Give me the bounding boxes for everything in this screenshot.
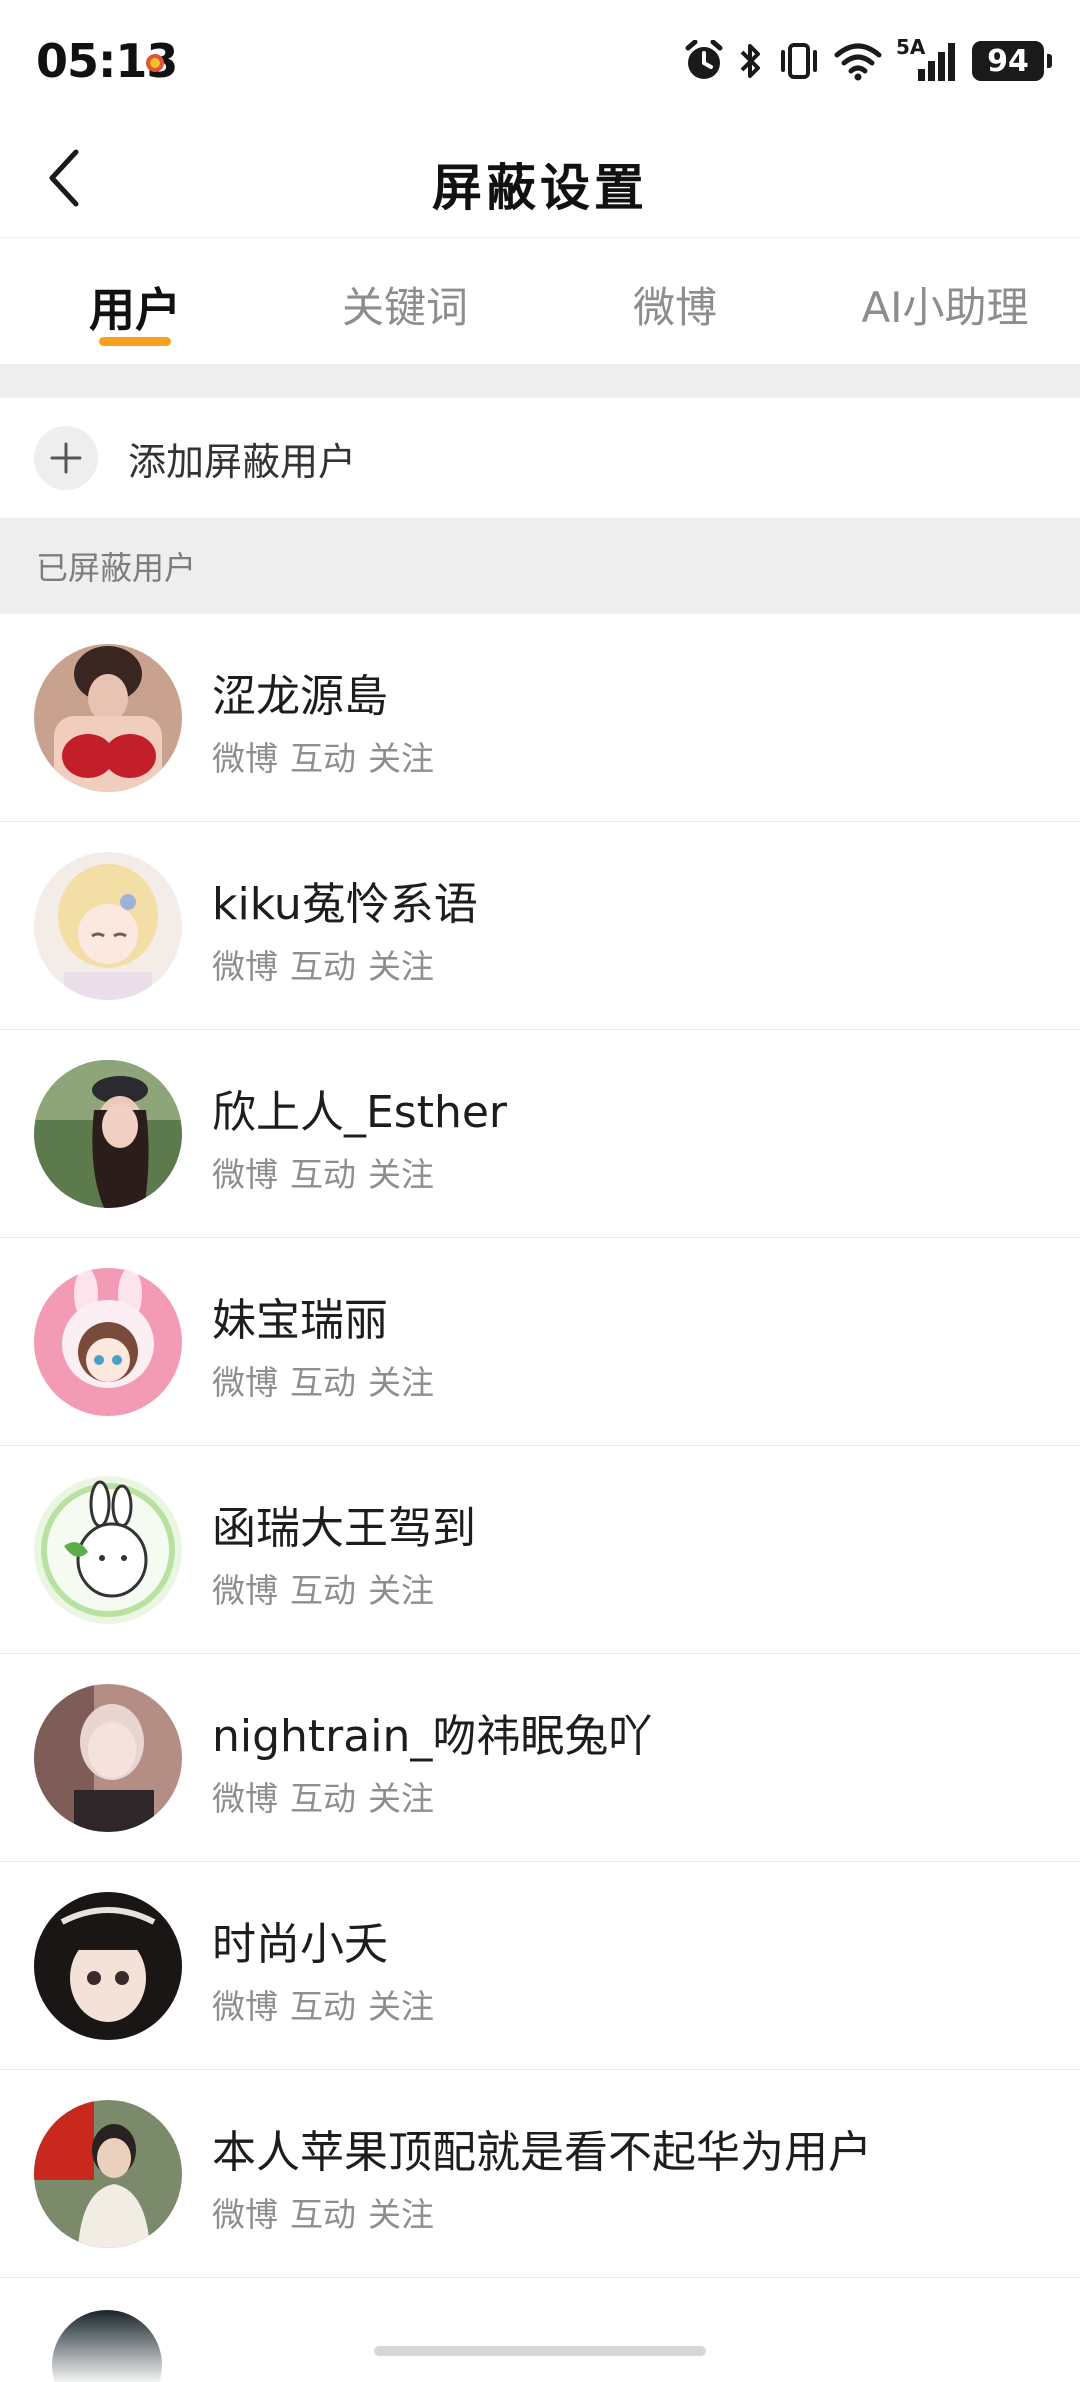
blocked-user-list: 涩龙源島 微博 互动 关注 kiku菟怜系语 微博 互动 关注 欣上人_Esther 微… <box>0 614 1080 2278</box>
list-item[interactable]: 函瑞大王驾到 微博 互动 关注 <box>0 1446 1080 1654</box>
avatar <box>34 1892 182 2040</box>
user-name: 函瑞大王驾到 <box>212 1503 476 1554</box>
block-tag: 微博 <box>212 1779 278 1818</box>
tab-label: 用户 <box>89 283 181 337</box>
tab-label: 关键词 <box>341 283 468 332</box>
list-item[interactable]: 欣上人_Esther 微博 互动 关注 <box>0 1030 1080 1238</box>
list-item[interactable]: nightrain_吻祎眠兔吖 微博 互动 关注 <box>0 1654 1080 1862</box>
block-tag: 微博 <box>212 1155 278 1194</box>
block-tag: 互动 <box>290 739 356 778</box>
block-scope: 微博 互动 关注 <box>212 2188 446 2236</box>
tab-users[interactable]: 用户 <box>0 238 270 364</box>
block-tag: 微博 <box>212 1987 278 2026</box>
user-name: 妹宝瑞丽 <box>212 1295 388 1346</box>
user-name: kiku菟怜系语 <box>212 879 478 930</box>
tab-ai-assistant[interactable]: AI小助理 <box>810 238 1080 364</box>
user-name: 时尚小夭 <box>212 1919 388 1970</box>
add-blocked-user-label: 添加屏蔽用户 <box>128 439 357 484</box>
wifi-icon <box>834 43 882 81</box>
add-blocked-user-button[interactable]: 添加屏蔽用户 <box>0 398 1080 518</box>
list-item[interactable]: 涩龙源島 微博 互动 关注 <box>0 614 1080 822</box>
tab-weibo[interactable]: 微博 <box>540 238 810 364</box>
list-item[interactable]: 妹宝瑞丽 微博 互动 关注 <box>0 1238 1080 1446</box>
block-tag: 微博 <box>212 947 278 986</box>
block-tag: 关注 <box>368 1779 434 1818</box>
avatar <box>34 1060 182 1208</box>
avatar <box>34 2100 182 2248</box>
block-tag: 互动 <box>290 1155 356 1194</box>
block-tag: 微博 <box>212 1363 278 1402</box>
active-tab-indicator <box>99 337 171 346</box>
block-scope: 微博 互动 关注 <box>212 732 446 780</box>
block-scope: 微博 互动 关注 <box>212 1356 446 1404</box>
block-tag: 微博 <box>212 2195 278 2234</box>
avatar <box>34 1476 182 1624</box>
tab-bar: 用户 关键词 微博 AI小助理 <box>0 238 1080 364</box>
status-icons: 5A 94 <box>684 35 1052 86</box>
plus-icon <box>34 426 98 490</box>
status-bar: 05:13 5A 94 <box>0 0 1080 118</box>
bluetooth-icon <box>740 44 760 78</box>
battery-level: 94 <box>987 43 1029 79</box>
home-indicator-bar[interactable] <box>374 2346 706 2356</box>
tab-keywords[interactable]: 关键词 <box>270 238 540 364</box>
block-scope: 微博 互动 关注 <box>212 1564 446 1612</box>
vibrate-icon <box>781 43 817 79</box>
block-tag: 关注 <box>368 1155 434 1194</box>
cell-signal-icon: 5A <box>896 35 958 83</box>
block-scope: 微博 互动 关注 <box>212 1980 446 2028</box>
avatar <box>34 852 182 1000</box>
user-name: nightrain_吻祎眠兔吖 <box>212 1711 653 1762</box>
block-tag: 互动 <box>290 1571 356 1610</box>
screen: 05:13 5A 94 屏蔽设置 用户 关键词 微博 AI小助理 添加屏蔽用户 … <box>0 0 1080 2382</box>
navigation-header: 屏蔽设置 <box>0 118 1080 238</box>
divider <box>0 364 1080 398</box>
page-title: 屏蔽设置 <box>432 159 648 217</box>
gesture-area <box>0 2312 1080 2382</box>
user-name: 涩龙源島 <box>212 671 388 722</box>
list-item[interactable]: kiku菟怜系语 微博 互动 关注 <box>0 822 1080 1030</box>
block-tag: 微博 <box>212 739 278 778</box>
notification-dot-icon <box>146 54 164 72</box>
block-tag: 关注 <box>368 947 434 986</box>
block-tag: 关注 <box>368 739 434 778</box>
battery-icon: 94 <box>972 41 1052 81</box>
block-tag: 关注 <box>368 1571 434 1610</box>
block-tag: 关注 <box>368 1987 434 2026</box>
tab-label: AI小助理 <box>861 283 1029 332</box>
block-tag: 微博 <box>212 1571 278 1610</box>
block-scope: 微博 互动 关注 <box>212 1148 446 1196</box>
block-tag: 互动 <box>290 2195 356 2234</box>
block-scope: 微博 互动 关注 <box>212 940 446 988</box>
block-tag: 互动 <box>290 1363 356 1402</box>
user-name: 欣上人_Esther <box>212 1087 508 1138</box>
avatar <box>34 644 182 792</box>
list-item[interactable]: 本人苹果顶配就是看不起华为用户 微博 互动 关注 <box>0 2070 1080 2278</box>
block-tag: 互动 <box>290 947 356 986</box>
block-tag: 关注 <box>368 1363 434 1402</box>
block-tag: 互动 <box>290 1779 356 1818</box>
list-item[interactable]: 时尚小夭 微博 互动 关注 <box>0 1862 1080 2070</box>
avatar <box>34 1684 182 1832</box>
user-name: 本人苹果顶配就是看不起华为用户 <box>212 2127 872 2178</box>
alarm-icon <box>685 40 723 79</box>
block-scope: 微博 互动 关注 <box>212 1772 446 1820</box>
avatar <box>34 1268 182 1416</box>
section-header: 已屏蔽用户 <box>0 518 1080 614</box>
block-tag: 关注 <box>368 2195 434 2234</box>
block-tag: 互动 <box>290 1987 356 2026</box>
tab-label: 微博 <box>632 283 717 332</box>
